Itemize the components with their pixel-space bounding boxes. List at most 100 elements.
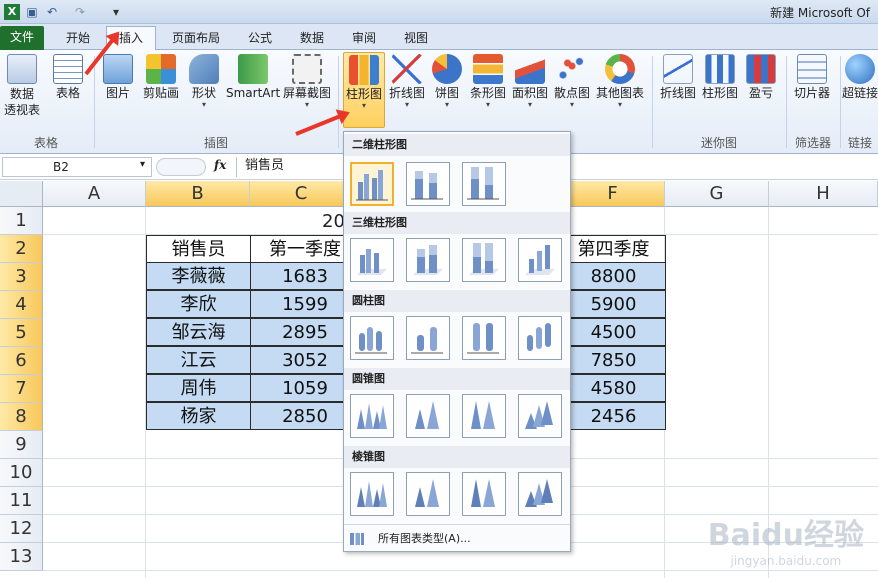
3d-cone-option[interactable] [518, 394, 562, 438]
undo-icon[interactable]: ↶ [44, 4, 60, 20]
column-header-a[interactable]: A [43, 181, 146, 207]
3d-percent-column-option[interactable] [462, 238, 506, 282]
column-chart-dropdown: 二维柱形图 三维柱形图 圆柱图 圆锥图 棱锥图 所有图表类型(A)... [343, 131, 571, 552]
customize-icon[interactable]: ▾ [108, 4, 124, 20]
other-charts-button[interactable]: 其他图表 ▾ [594, 54, 646, 109]
row-header-9[interactable]: 9 [0, 431, 43, 459]
title-bar: X ▣ ↶ ↷ ▾ 新建 Microsoft Of [0, 0, 878, 24]
row-header-11[interactable]: 11 [0, 487, 43, 515]
column-header-g[interactable]: G [665, 181, 769, 207]
table-cell-name[interactable]: 杨家 [146, 402, 251, 430]
pivot-table-button[interactable]: 数据 透视表 [2, 54, 42, 118]
table-cell-name[interactable]: 李欣 [146, 290, 251, 318]
table-cell-q4[interactable]: 7850 [561, 346, 666, 374]
column-header-f[interactable]: F [561, 181, 665, 207]
row-header-2[interactable]: 2 [0, 235, 43, 263]
area-chart-icon [515, 54, 545, 84]
3d-pyramid-option[interactable] [518, 472, 562, 516]
percent-cone-option[interactable] [462, 394, 506, 438]
table-cell-name[interactable]: 江云 [146, 346, 251, 374]
tab-review[interactable]: 审阅 [342, 27, 386, 50]
screenshot-button[interactable]: 屏幕截图 ▾ [282, 54, 332, 109]
header-cell-q4[interactable]: 第四季度 [561, 235, 666, 263]
table-cell-name[interactable]: 李薇薇 [146, 262, 251, 290]
clustered-cone-option[interactable] [350, 394, 394, 438]
row-header-10[interactable]: 10 [0, 459, 43, 487]
table-cell-q4[interactable]: 4500 [561, 318, 666, 346]
fx-icon[interactable]: fx [214, 158, 226, 172]
group-label-sparklines: 迷你图 [700, 136, 737, 150]
column-header-c[interactable]: C [250, 181, 353, 207]
tab-formulas[interactable]: 公式 [238, 27, 282, 50]
sheet-title-cell[interactable]: 20 [322, 208, 345, 236]
formula-input[interactable]: 销售员 [236, 157, 344, 177]
gridline [43, 570, 878, 571]
area-chart-button[interactable]: 面积图 ▾ [510, 54, 550, 109]
3d-stacked-column-option[interactable] [406, 238, 450, 282]
picture-button[interactable]: 图片 [100, 54, 136, 101]
save-icon[interactable]: ▣ [24, 4, 40, 20]
shapes-button[interactable]: 形状 ▾ [186, 54, 222, 109]
bar-chart-button[interactable]: 条形图 ▾ [468, 54, 508, 109]
table-cell-q4[interactable]: 5900 [561, 290, 666, 318]
3d-cylinder-option[interactable] [518, 316, 562, 360]
table-cell-name[interactable]: 邹云海 [146, 318, 251, 346]
tab-file[interactable]: 文件 [0, 26, 44, 50]
column-header-h[interactable]: H [769, 181, 878, 207]
row-header-7[interactable]: 7 [0, 375, 43, 403]
row-header-13[interactable]: 13 [0, 543, 43, 571]
pie-chart-button[interactable]: 饼图 ▾ [430, 54, 464, 109]
header-cell-salesperson[interactable]: 销售员 [146, 235, 251, 263]
chevron-down-icon[interactable]: ▾ [140, 159, 145, 170]
table-button[interactable]: 表格 [50, 54, 86, 101]
tab-data[interactable]: 数据 [290, 27, 334, 50]
row-header-1[interactable]: 1 [0, 207, 43, 235]
hyperlink-button[interactable]: 超链接 [842, 54, 878, 101]
table-cell-name[interactable]: 周伟 [146, 374, 251, 402]
row-header-5[interactable]: 5 [0, 319, 43, 347]
3d-cylinder-icon [527, 323, 551, 351]
tab-home[interactable]: 开始 [56, 27, 100, 50]
table-cell-q4[interactable]: 2456 [561, 402, 666, 430]
stacked-cone-option[interactable] [406, 394, 450, 438]
group-separator [338, 56, 339, 148]
clustered-cylinder-option[interactable] [350, 316, 394, 360]
table-cell-q4[interactable]: 4580 [561, 374, 666, 402]
stacked-pyramid-option[interactable] [406, 472, 450, 516]
line-chart-button[interactable]: 折线图 ▾ [387, 54, 427, 109]
row-header-3[interactable]: 3 [0, 263, 43, 291]
scatter-chart-button[interactable]: 散点图 ▾ [552, 54, 592, 109]
row-header-4[interactable]: 4 [0, 291, 43, 319]
section-2d-column: 二维柱形图 [344, 134, 570, 156]
clipart-button[interactable]: 剪贴画 [140, 54, 182, 101]
select-all-corner[interactable] [0, 181, 43, 207]
3d-column-option[interactable] [518, 238, 562, 282]
stacked-cylinder-option[interactable] [406, 316, 450, 360]
chevron-down-icon: ▾ [201, 100, 206, 109]
3d-clustered-column-option[interactable] [350, 238, 394, 282]
row-header-8[interactable]: 8 [0, 403, 43, 431]
sparkline-line-button[interactable]: 折线图 [656, 54, 700, 101]
smartart-button[interactable]: SmartArt [226, 54, 280, 101]
clustered-column-option[interactable] [350, 162, 394, 206]
tab-view[interactable]: 视图 [394, 27, 438, 50]
slicer-button[interactable]: 切片器 [790, 54, 834, 101]
formula-bar-splitter[interactable] [156, 158, 206, 176]
stacked-column-option[interactable] [406, 162, 450, 206]
row-header-12[interactable]: 12 [0, 515, 43, 543]
percent-pyramid-option[interactable] [462, 472, 506, 516]
column-header-b[interactable]: B [146, 181, 250, 207]
sparkline-column-button[interactable]: 柱形图 [700, 54, 740, 101]
sparkline-winloss-button[interactable]: 盈亏 [744, 54, 778, 101]
name-box[interactable]: B2 [2, 157, 152, 177]
percent-stacked-column-option[interactable] [462, 162, 506, 206]
3d-stacked-icon [413, 245, 443, 275]
all-chart-types-link[interactable]: 所有图表类型(A)... [344, 524, 570, 552]
table-cell-q4[interactable]: 8800 [561, 262, 666, 290]
redo-icon[interactable]: ↷ [72, 4, 88, 20]
percent-cylinder-option[interactable] [462, 316, 506, 360]
clustered-pyramid-option[interactable] [350, 472, 394, 516]
row-header-6[interactable]: 6 [0, 347, 43, 375]
tab-page-layout[interactable]: 页面布局 [164, 27, 228, 50]
section-cylinder: 圆柱图 [344, 290, 570, 312]
